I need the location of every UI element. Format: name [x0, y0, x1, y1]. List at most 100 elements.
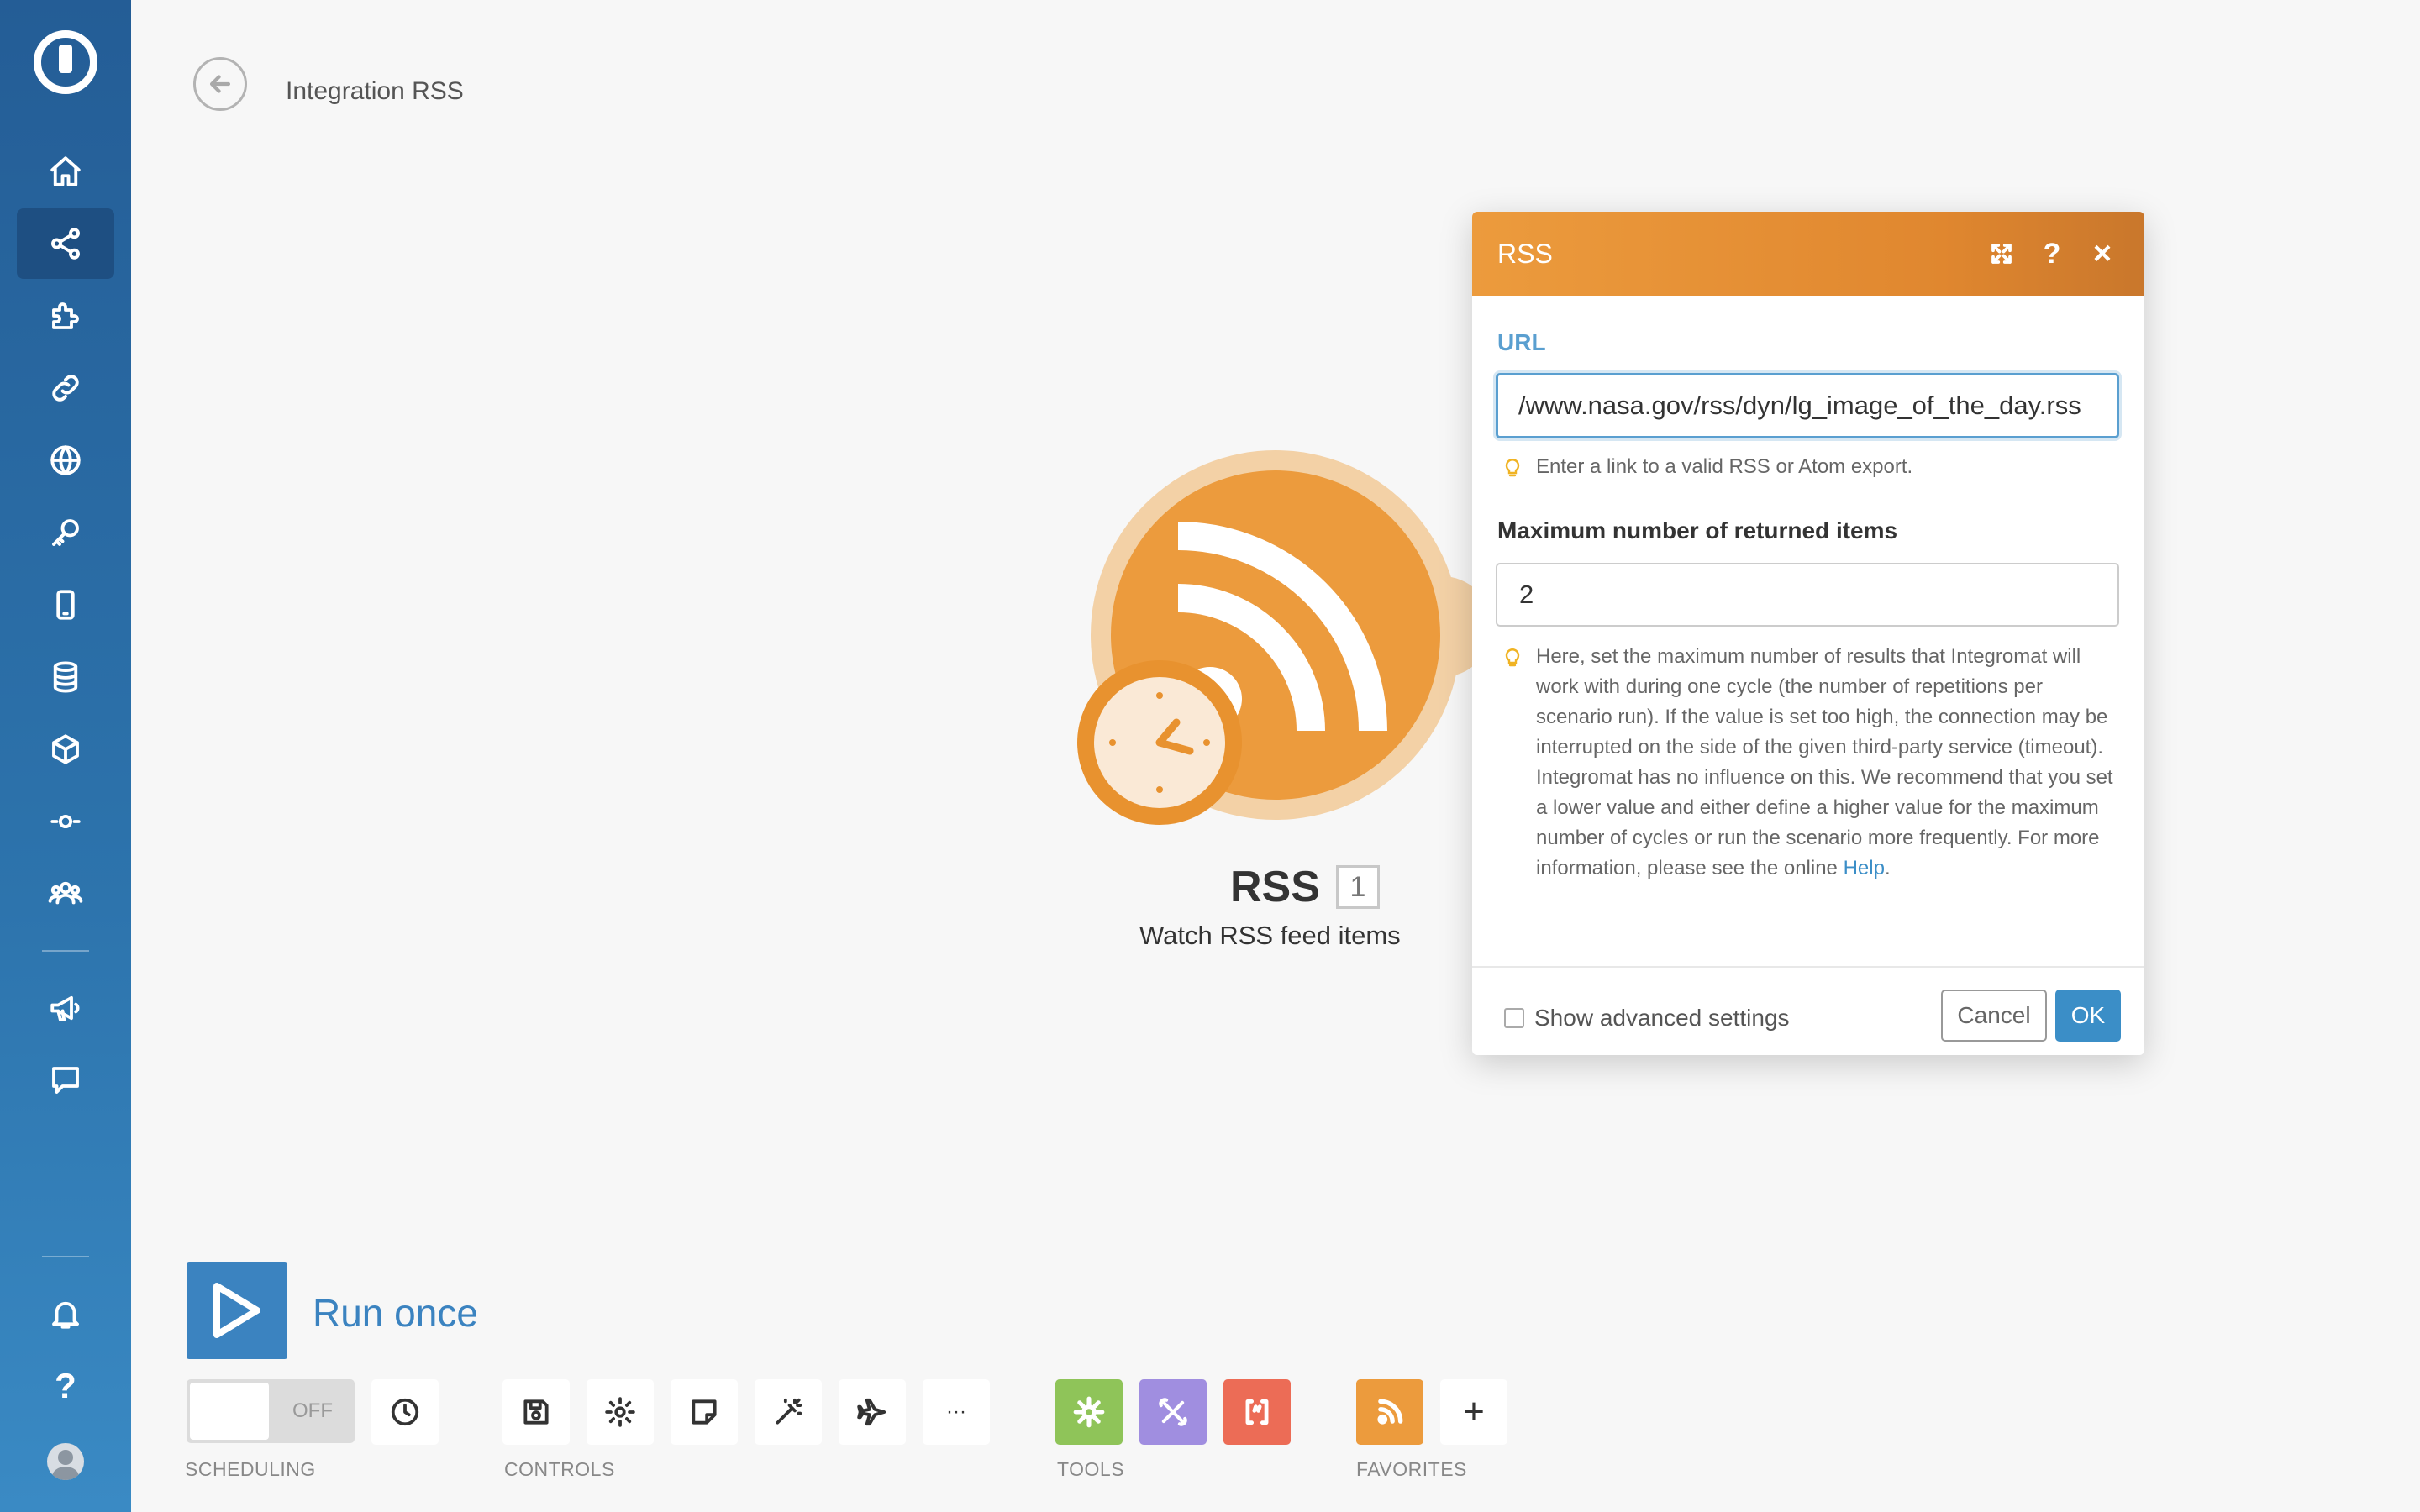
sidebar-item-data-stores[interactable] — [17, 642, 114, 712]
advanced-settings-checkbox[interactable] — [1504, 1008, 1524, 1028]
module-name: RSS — [1230, 863, 1320, 911]
max-items-field[interactable]: 2 — [1496, 563, 2119, 627]
sidebar-item-team[interactable] — [17, 858, 114, 929]
question-icon: ? — [55, 1366, 76, 1405]
close-button[interactable]: × — [2084, 235, 2121, 272]
megaphone-icon — [50, 995, 80, 1021]
airplane-icon — [857, 1398, 886, 1426]
save-icon — [523, 1399, 549, 1425]
dialog-footer: Show advanced settings Cancel OK — [1472, 966, 2144, 1055]
favorites-group-label: FAVORITES — [1356, 1458, 1467, 1480]
help-link[interactable]: Help — [1844, 857, 1885, 879]
url-hint: Enter a link to a valid RSS or Atom expo… — [1536, 455, 1913, 478]
scenario-settings-button[interactable] — [587, 1379, 654, 1445]
lightbulb-icon — [1504, 455, 1521, 479]
clock-icon — [1094, 677, 1225, 808]
avatar[interactable] — [47, 1443, 84, 1480]
text-parser-button[interactable] — [1223, 1379, 1291, 1445]
question-icon: ? — [2043, 237, 2061, 270]
mobile-icon — [56, 590, 75, 620]
auto-align-button[interactable] — [755, 1379, 822, 1445]
plus-icon: + — [1463, 1391, 1485, 1432]
close-icon: × — [2092, 235, 2112, 271]
scheduling-toggle[interactable]: OFF — [187, 1379, 355, 1443]
back-button[interactable] — [193, 57, 247, 111]
link-icon — [52, 375, 79, 402]
explain-flow-button[interactable] — [839, 1379, 906, 1445]
url-label: URL — [1497, 329, 1546, 355]
help-button[interactable]: ? — [2033, 235, 2070, 272]
sidebar-item-templates[interactable] — [17, 281, 114, 351]
controls-group-label: CONTROLS — [504, 1458, 615, 1480]
sidebar: ? — [0, 0, 131, 1512]
module-badge: 1 — [1336, 865, 1380, 909]
sidebar-item-keys[interactable] — [17, 497, 114, 568]
note-icon — [692, 1399, 717, 1425]
brackets-icon — [1245, 1399, 1269, 1425]
clock-icon — [391, 1398, 419, 1426]
puzzle-icon — [52, 302, 79, 329]
share-icon — [51, 228, 80, 260]
gear-icon — [605, 1397, 635, 1427]
rss-icon — [1377, 1399, 1403, 1425]
run-once-button[interactable] — [187, 1262, 287, 1359]
sidebar-divider — [42, 950, 89, 952]
add-favorite-button[interactable]: + — [1440, 1379, 1507, 1445]
globe-icon — [50, 445, 81, 475]
sidebar-item-custom-apps[interactable] — [17, 786, 114, 857]
more-controls-button[interactable]: ··· — [923, 1379, 990, 1445]
max-items-value: 2 — [1519, 580, 1534, 609]
magic-wand-icon — [776, 1398, 802, 1425]
cube-icon — [52, 734, 79, 764]
sidebar-item-home[interactable] — [17, 136, 114, 207]
dialog-header: RSS ? × — [1472, 212, 2144, 296]
wrench-icon — [1159, 1398, 1187, 1426]
chat-icon — [52, 1067, 79, 1094]
dialog-title: RSS — [1497, 239, 1553, 269]
key-icon — [52, 519, 79, 546]
max-items-label: Maximum number of returned items — [1497, 517, 1898, 543]
bell-icon — [52, 1301, 79, 1329]
sidebar-item-connections[interactable] — [17, 353, 114, 423]
url-value: /www.nasa.gov/rss/dyn/lg_image_of_the_da… — [1518, 391, 2081, 420]
url-field[interactable]: /www.nasa.gov/rss/dyn/lg_image_of_the_da… — [1496, 373, 2119, 438]
sidebar-item-help[interactable]: ? — [17, 1351, 114, 1421]
schedule-settings-button[interactable] — [371, 1379, 439, 1445]
notes-button[interactable] — [671, 1379, 738, 1445]
run-once-label[interactable]: Run once — [313, 1290, 478, 1336]
users-icon — [48, 881, 83, 905]
max-items-hint: Here, set the maximum number of results … — [1536, 645, 2113, 879]
sidebar-item-notifications[interactable] — [17, 1278, 114, 1349]
advanced-settings-label[interactable]: Show advanced settings — [1534, 1005, 1790, 1032]
tools-group-label: TOOLS — [1057, 1458, 1125, 1480]
sidebar-item-devices[interactable] — [17, 570, 114, 640]
lightbulb-icon — [1504, 645, 1521, 669]
favorite-rss-button[interactable] — [1356, 1379, 1423, 1445]
sidebar-item-announcements[interactable] — [17, 973, 114, 1043]
toggle-knob — [190, 1383, 269, 1440]
cancel-button[interactable]: Cancel — [1941, 990, 2047, 1042]
rss-settings-dialog: RSS ? × URL /www.nasa.gov/rss/dyn/lg_ima… — [1472, 212, 2144, 1055]
module-description: Watch RSS feed items — [1139, 921, 1401, 950]
sidebar-item-data-structures[interactable] — [17, 714, 114, 785]
arrow-left-icon — [209, 75, 231, 93]
sidebar-divider — [42, 1256, 89, 1257]
commit-icon — [50, 814, 81, 829]
home-icon — [50, 156, 81, 186]
database-icon — [53, 661, 78, 693]
flow-control-button[interactable] — [1055, 1379, 1123, 1445]
sidebar-item-scenarios[interactable] — [17, 208, 114, 279]
sidebar-item-webhooks[interactable] — [17, 425, 114, 496]
save-button[interactable] — [502, 1379, 570, 1445]
tools-button[interactable] — [1139, 1379, 1207, 1445]
toggle-state: OFF — [292, 1399, 333, 1422]
more-icon: ··· — [946, 1400, 966, 1423]
page-title: Integration RSS — [286, 77, 464, 105]
expand-icon — [1991, 244, 2012, 264]
sidebar-item-support[interactable] — [17, 1045, 114, 1116]
expand-button[interactable] — [1983, 235, 2020, 272]
play-icon — [213, 1283, 260, 1338]
integromat-logo[interactable] — [34, 30, 97, 94]
scheduling-group-label: SCHEDULING — [185, 1458, 316, 1480]
ok-button[interactable]: OK — [2055, 990, 2121, 1042]
